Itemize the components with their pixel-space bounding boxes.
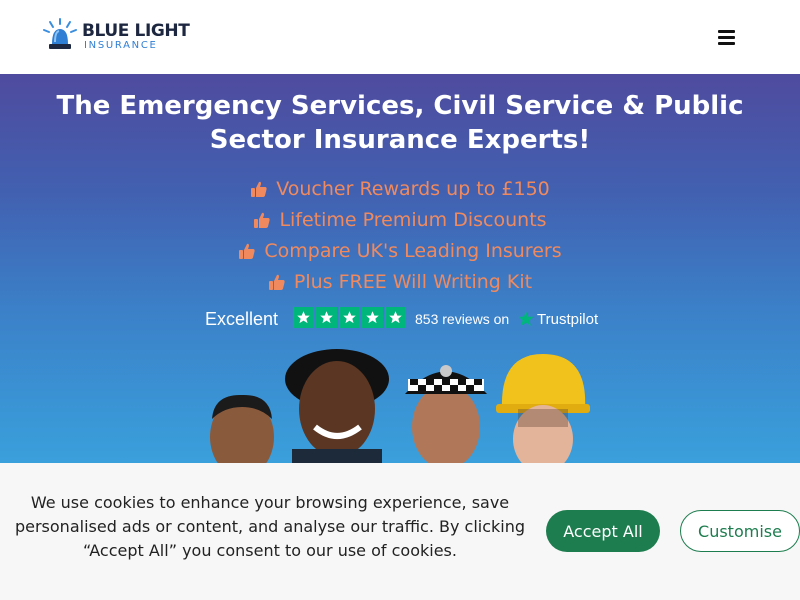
menu-bar [717, 35, 735, 39]
trustpilot-widget[interactable]: Excellent 853 reviews on Trustpilot [205, 307, 605, 331]
trustpilot-star-icon [518, 311, 534, 326]
benefit-item: Compare UK's Leading Insurers [0, 235, 800, 266]
thumbs-up-icon [254, 212, 271, 228]
logo[interactable]: BLUE LIGHT INSURANCE [42, 16, 192, 56]
cookie-message: We use cookies to enhance your browsing … [14, 493, 526, 560]
star-icon [339, 307, 360, 328]
emergency-workers-photo [210, 349, 590, 464]
cookie-banner: We use cookies to enhance your browsing … [0, 463, 800, 600]
accept-all-button[interactable]: Accept All [546, 510, 660, 552]
logo-title: BLUE LIGHT [82, 21, 190, 41]
star-icon [385, 307, 406, 328]
benefit-label: Plus FREE Will Writing Kit [293, 270, 533, 293]
star-icon [316, 307, 337, 328]
hamburger-menu-icon[interactable] [708, 22, 744, 52]
trustpilot-brand: Trustpilot [537, 310, 599, 328]
benefit-item: Voucher Rewards up to £150 [0, 173, 800, 204]
benefit-item: Lifetime Premium Discounts [0, 204, 800, 235]
star-icon [362, 307, 383, 328]
trustpilot-reviews-count: 853 reviews on [415, 311, 510, 327]
benefit-label: Compare UK's Leading Insurers [264, 239, 562, 262]
trustpilot-rating-label: Excellent [205, 309, 279, 329]
customise-button[interactable]: Customise [680, 510, 800, 552]
benefit-label: Voucher Rewards up to £150 [276, 177, 550, 200]
hero-section: The Emergency Services, Civil Service & … [0, 74, 800, 464]
thumbs-up-icon [239, 243, 255, 259]
thumbs-up-icon [268, 274, 285, 290]
thumbs-up-icon [251, 181, 267, 197]
hero-title: The Emergency Services, Civil Service & … [56, 91, 744, 155]
menu-bar [717, 29, 735, 33]
trustpilot-stars [293, 307, 406, 328]
trustpilot-logo: Trustpilot [517, 309, 598, 329]
star-icon [293, 307, 314, 328]
benefit-label: Lifetime Premium Discounts [279, 208, 547, 231]
benefit-item: Plus FREE Will Writing Kit [0, 266, 800, 297]
site-header: BLUE LIGHT INSURANCE [0, 0, 800, 74]
blue-light-siren-icon [43, 18, 77, 49]
logo-subtitle: INSURANCE [84, 40, 158, 51]
benefits-list: Voucher Rewards up to £150 Lifetime Prem… [0, 173, 800, 297]
menu-bar [717, 41, 735, 45]
